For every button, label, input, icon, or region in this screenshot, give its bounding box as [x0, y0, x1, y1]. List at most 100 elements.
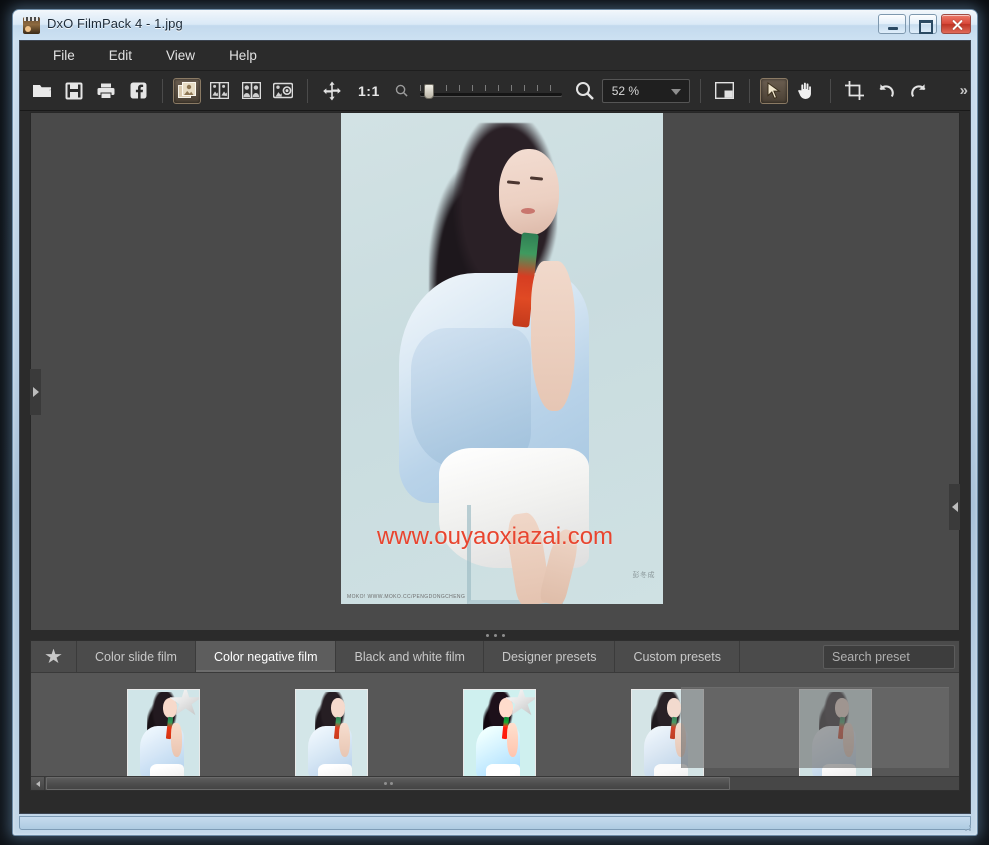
compare-snapshot-icon[interactable] — [269, 78, 297, 104]
favorites-star-icon — [45, 648, 62, 664]
chevron-left-icon — [951, 502, 958, 512]
preset-filmstrip[interactable]: MOKO! WWW.MOKO.CC Agfa Ultra Color™ 100 — [31, 673, 959, 776]
tab-color-negative-film[interactable]: Color negative film — [195, 641, 337, 672]
photo-logo-text: 彭冬成 — [632, 572, 655, 579]
toolbar-separator — [162, 78, 163, 103]
main-toolbar: 1:1 52 % » — [20, 71, 970, 111]
preset-preview-image — [295, 690, 367, 776]
collapse-right-panel-arrow[interactable] — [949, 484, 960, 530]
preset-item[interactable]: MOKO! WWW.MOKO.CC Agfa Ultra Color™ 100 — [79, 689, 247, 776]
window-bottom-bar — [19, 816, 971, 830]
scroll-left-arrow-icon[interactable] — [31, 777, 45, 790]
scrollbar-grip-dot — [383, 782, 387, 785]
preset-thumbnail[interactable]: MOKO! WWW.MOKO.CC — [462, 689, 536, 776]
photo-arm — [531, 261, 575, 411]
panel-splitter-grip[interactable] — [30, 630, 960, 640]
fit-group — [711, 78, 739, 104]
search-container — [823, 641, 959, 672]
preview-image: MOKO! WWW.MOKO.CC/PENGDONGCHENG 彭冬成 — [341, 113, 663, 604]
file-actions-group — [28, 78, 152, 104]
fit-to-window-icon[interactable] — [711, 78, 739, 104]
tab-designer-presets[interactable]: Designer presets — [483, 641, 616, 672]
edit-group — [841, 78, 933, 104]
zoom-slider-thumb[interactable] — [423, 83, 434, 99]
toolbar-separator — [829, 78, 831, 103]
tab-custom-presets[interactable]: Custom presets — [615, 641, 740, 672]
image-viewer[interactable]: MOKO! WWW.MOKO.CC/PENGDONGCHENG 彭冬成 www.… — [30, 112, 960, 632]
zoom-slider-track — [419, 92, 562, 96]
menu-edit[interactable]: Edit — [92, 44, 149, 67]
save-icon[interactable] — [60, 78, 88, 104]
close-button[interactable] — [941, 14, 971, 34]
window-resize-grip[interactable] — [961, 821, 973, 833]
toolbar-separator — [307, 78, 308, 103]
zoom-out-icon[interactable] — [392, 84, 411, 97]
toolbar-separator — [748, 78, 750, 103]
single-image-view-icon[interactable] — [173, 77, 201, 104]
crop-icon[interactable] — [841, 78, 869, 104]
chevron-right-icon — [32, 387, 39, 397]
expand-left-panel-arrow[interactable] — [30, 369, 41, 415]
photo-shirt-fold — [411, 328, 531, 468]
preset-item[interactable]: MOKO! WWW.MOKO.CC Cross processed – Koda… — [415, 689, 583, 776]
zoom-level-value: 52 % — [611, 83, 640, 98]
preset-item[interactable]: MOKO! WWW.MOKO.CC — [919, 689, 959, 776]
photo-lips — [521, 208, 535, 214]
tab-black-and-white-film[interactable]: Black and white film — [336, 641, 484, 672]
zoom-group: 1:1 52 % — [318, 78, 690, 104]
application-window: DxO FilmPack 4 - 1.jpg File Edit View He… — [12, 9, 978, 836]
preset-preview-image — [631, 690, 703, 776]
menu-bar: File Edit View Help — [20, 41, 970, 71]
zoom-level-dropdown[interactable]: 52 % — [601, 78, 690, 103]
facebook-icon[interactable] — [124, 78, 152, 104]
minimize-icon — [879, 15, 905, 33]
rotate-right-icon[interactable] — [905, 78, 933, 104]
print-icon[interactable] — [92, 78, 120, 104]
scrollbar-thumb[interactable] — [46, 777, 730, 790]
preset-thumbnail[interactable]: MOKO! WWW.MOKO.CC — [294, 689, 368, 776]
zoom-in-icon[interactable] — [571, 81, 598, 100]
preset-item[interactable]: MOKO! WWW.MOKO.CC Agfa Vista™ 200 — [247, 689, 415, 776]
chevron-down-icon — [670, 88, 681, 95]
preset-preview-image — [799, 690, 871, 776]
zoom-ratio-1-1[interactable]: 1:1 — [350, 83, 388, 99]
maximize-icon — [910, 15, 936, 34]
maximize-button[interactable] — [909, 14, 937, 34]
preset-thumbnail[interactable]: MOKO! WWW.MOKO.CC — [126, 689, 200, 776]
open-file-icon[interactable] — [28, 78, 56, 104]
side-by-side-view-icon[interactable] — [237, 78, 265, 104]
scrollbar-grip-dot — [389, 782, 393, 785]
rotate-left-icon[interactable] — [873, 78, 901, 104]
pointer-tool-icon[interactable] — [759, 77, 788, 104]
preset-item[interactable]: MOKO! WWW.MOKO.CC F — [751, 689, 919, 776]
photo-credit-text: MOKO! WWW.MOKO.CC/PENGDONGCHENG — [347, 594, 466, 600]
preset-thumbnail[interactable]: MOKO! WWW.MOKO.CC — [798, 689, 872, 776]
menu-file[interactable]: File — [36, 44, 92, 67]
grip-dot — [485, 633, 489, 637]
application-body: File Edit View Help 1:1 52 % » MOKO! WWW… — [19, 40, 971, 814]
grip-dot — [501, 633, 505, 637]
preset-browser: Color slide film Color negative film Bla… — [30, 640, 960, 791]
view-mode-group — [173, 77, 297, 104]
preset-item[interactable]: MOKO! WWW.MOKO.CC Fuji Superia HG™ 1600 — [583, 689, 751, 776]
menu-help[interactable]: Help — [212, 44, 274, 67]
split-view-icon[interactable] — [205, 78, 233, 104]
zoom-slider[interactable] — [419, 81, 562, 101]
tab-color-slide-film[interactable]: Color slide film — [77, 641, 196, 672]
menu-view[interactable]: View — [149, 44, 212, 67]
search-preset-input[interactable] — [823, 644, 955, 669]
minimize-button[interactable] — [878, 14, 906, 34]
preset-tab-bar: Color slide film Color negative film Bla… — [31, 641, 959, 673]
zoom-slider-ticks — [419, 84, 562, 91]
title-bar: DxO FilmPack 4 - 1.jpg — [13, 10, 977, 40]
hand-tool-icon[interactable] — [792, 78, 820, 104]
filmstrip-scrollbar[interactable] — [31, 776, 959, 790]
close-icon — [942, 15, 970, 33]
tab-favorites[interactable] — [31, 641, 77, 672]
window-title: DxO FilmPack 4 - 1.jpg — [47, 16, 183, 31]
film-strip-icon — [23, 17, 40, 34]
move-icon[interactable] — [318, 78, 346, 104]
grip-dot — [493, 633, 497, 637]
preset-thumbnail[interactable]: MOKO! WWW.MOKO.CC — [630, 689, 704, 776]
toolbar-overflow-button[interactable]: » — [960, 82, 968, 99]
